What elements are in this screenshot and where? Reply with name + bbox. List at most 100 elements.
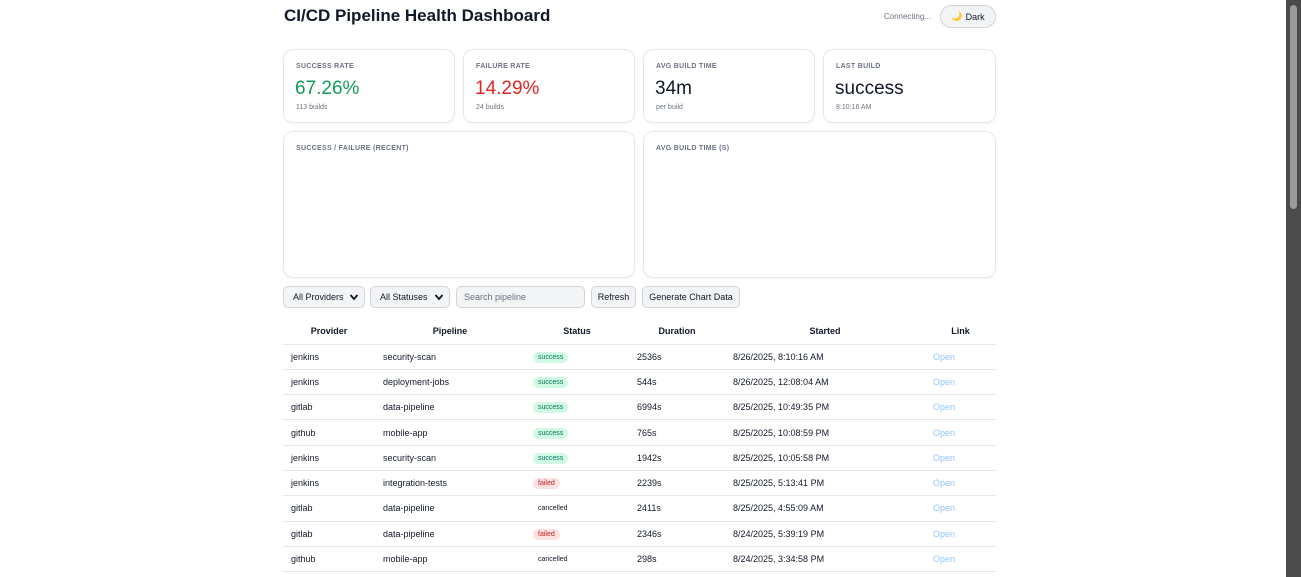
page-scrollbar[interactable]	[1286, 0, 1301, 577]
link-cell: Open	[925, 419, 996, 446]
provider-cell: gitlab	[283, 394, 375, 421]
started-cell: 8/24/2025, 5:39:19 PM	[725, 521, 925, 547]
column-header-link: Link	[925, 319, 996, 345]
table-row: gitlab data-pipeline failed 2346s 8/24/2025,…	[283, 521, 996, 547]
status-cell: failed	[525, 470, 629, 497]
duration-cell: 2536s	[629, 344, 725, 370]
link-cell: Open	[925, 394, 996, 421]
table-row: gitlab data-pipeline success 6994s 8/25/2025…	[283, 394, 996, 421]
stat-label: SUCCESS RATE	[296, 63, 354, 70]
open-link[interactable]: Open	[933, 352, 955, 362]
status-cell: success	[525, 394, 629, 421]
open-link[interactable]: Open	[933, 402, 955, 412]
started-cell-text: 8/26/2025, 12:08:04 AM	[733, 376, 829, 387]
pipeline-cell-text: security-scan	[383, 351, 437, 362]
started-cell-text: 8/25/2025, 10:05:58 PM	[733, 452, 830, 463]
link-cell: Open	[925, 546, 996, 573]
provider-cell-text: gitlab	[291, 402, 313, 413]
duration-cell: 1942s	[629, 445, 725, 471]
status-badge: success	[533, 427, 569, 439]
status-select-value: All Statuses	[380, 292, 428, 302]
started-cell: 8/25/2025, 4:55:09 AM	[725, 495, 925, 522]
status-cell: success	[525, 344, 629, 370]
provider-cell-text: gitlab	[291, 503, 313, 514]
scrollbar-thumb[interactable]	[1290, 5, 1297, 209]
provider-cell-text: gitlab	[291, 528, 313, 539]
connection-status: Connecting...	[883, 12, 931, 21]
duration-cell: 765s	[629, 419, 725, 446]
stat-value: success	[835, 78, 904, 99]
pipeline-cell: data-pipeline	[375, 394, 525, 421]
table-header-row: Provider Pipeline Status Duration Starte…	[283, 319, 996, 345]
status-cell: success	[525, 445, 629, 471]
status-badge: success	[533, 376, 569, 388]
duration-cell-text: 1942s	[637, 452, 662, 463]
started-cell: 8/25/2025, 10:49:35 PM	[725, 394, 925, 421]
status-badge: success	[533, 452, 569, 464]
stat-card-last-build: LAST BUILD success 8:10:16 AM	[823, 49, 996, 123]
duration-cell-text: 2239s	[637, 478, 662, 489]
started-cell: 8/24/2025, 3:34:58 PM	[725, 546, 925, 573]
provider-select[interactable]: All Providers	[283, 286, 365, 308]
started-cell: 8/26/2025, 8:10:16 AM	[725, 344, 925, 370]
search-input[interactable]	[456, 286, 585, 308]
stat-card-failure-rate: FAILURE RATE 14.29% 24 builds	[463, 49, 635, 123]
pipeline-cell: integration-tests	[375, 470, 525, 497]
page-title: CI/CD Pipeline Health Dashboard	[284, 6, 551, 25]
stat-sub: 24 builds	[476, 104, 505, 111]
started-cell: 8/25/2025, 10:08:59 PM	[725, 419, 925, 446]
column-header-pipeline: Pipeline	[375, 319, 525, 345]
provider-cell: jenkins	[283, 470, 375, 497]
duration-cell: 544s	[629, 369, 725, 396]
started-cell-text: 8/24/2025, 5:39:19 PM	[733, 528, 825, 539]
provider-cell: jenkins	[283, 344, 375, 370]
stat-label: AVG BUILD TIME	[656, 63, 717, 70]
provider-cell: github	[283, 419, 375, 446]
stat-sub: 8:10:16 AM	[836, 104, 872, 111]
header: CI/CD Pipeline Health Dashboard Connecti…	[283, 5, 996, 29]
started-cell-text: 8/24/2025, 3:34:58 PM	[733, 554, 825, 565]
provider-cell-text: jenkins	[291, 351, 320, 362]
filter-bar: All Providers All Statuses Refresh Gener…	[283, 286, 996, 309]
started-cell-text: 8/25/2025, 5:13:41 PM	[733, 478, 825, 489]
status-select[interactable]: All Statuses	[370, 286, 450, 308]
theme-toggle-label: Dark	[965, 11, 985, 22]
started-cell: 8/25/2025, 10:05:58 PM	[725, 445, 925, 471]
pipeline-cell: data-pipeline	[375, 521, 525, 547]
open-link[interactable]: Open	[933, 554, 955, 564]
open-link[interactable]: Open	[933, 529, 955, 539]
provider-cell: jenkins	[283, 445, 375, 471]
stat-label: LAST BUILD	[836, 63, 881, 70]
table-row: jenkins security-scan success 1942s 8/25/202…	[283, 445, 996, 471]
provider-select-value: All Providers	[293, 292, 344, 302]
open-link[interactable]: Open	[933, 478, 955, 488]
theme-toggle-button[interactable]: 🌙 Dark	[940, 5, 996, 28]
open-link[interactable]: Open	[933, 503, 955, 513]
success-failure-chart: SUCCESS / FAILURE (RECENT)	[283, 131, 635, 278]
table-row: jenkins integration-tests failed 2239s 8/25/…	[283, 470, 996, 497]
status-cell: cancelled	[525, 495, 629, 522]
avg-build-time-chart: AVG BUILD TIME (S)	[643, 131, 996, 278]
started-cell-text: 8/26/2025, 8:10:16 AM	[733, 351, 824, 362]
open-link[interactable]: Open	[933, 377, 955, 387]
pipeline-cell-text: data-pipeline	[383, 503, 435, 514]
started-cell-text: 8/25/2025, 10:08:59 PM	[733, 427, 830, 438]
provider-cell-text: github	[291, 554, 316, 565]
provider-cell-text: jenkins	[291, 452, 320, 463]
generate-chart-data-button[interactable]: Generate Chart Data	[642, 286, 740, 308]
provider-cell: github	[283, 546, 375, 573]
open-link[interactable]: Open	[933, 453, 955, 463]
duration-cell-text: 544s	[637, 376, 657, 387]
pipeline-cell: mobile-app	[375, 546, 525, 573]
duration-cell-text: 2346s	[637, 528, 662, 539]
started-cell-text: 8/25/2025, 4:55:09 AM	[733, 503, 824, 514]
started-cell: 8/26/2025, 12:08:04 AM	[725, 369, 925, 396]
duration-cell: 6994s	[629, 394, 725, 421]
refresh-button[interactable]: Refresh	[591, 286, 636, 308]
link-cell: Open	[925, 521, 996, 547]
stat-label: FAILURE RATE	[476, 63, 531, 70]
open-link[interactable]: Open	[933, 428, 955, 438]
pipeline-cell-text: mobile-app	[383, 427, 428, 438]
column-header-started: Started	[725, 319, 925, 345]
started-cell-text: 8/25/2025, 10:49:35 PM	[733, 402, 830, 413]
